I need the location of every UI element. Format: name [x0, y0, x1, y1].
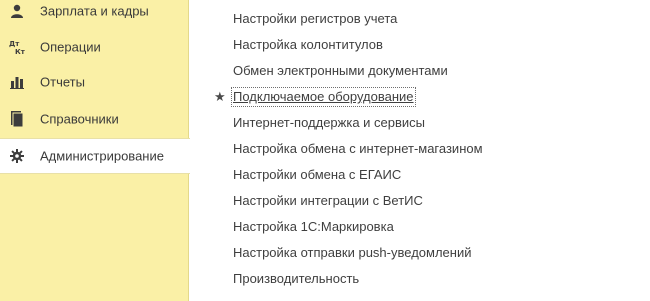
sidebar-item-label: Справочники — [40, 111, 119, 127]
svg-text:Кт: Кт — [15, 48, 25, 55]
sections-sidebar: Зарплата и кадры Дт Кт Операции Отчеты С… — [0, 0, 190, 301]
sidebar-item-salary[interactable]: Зарплата и кадры — [0, 0, 189, 29]
link-online-store-exchange[interactable]: Настройка обмена с интернет-магазином — [233, 140, 483, 158]
sidebar-item-references[interactable]: Справочники — [0, 101, 189, 137]
sidebar-item-administration[interactable]: Администрирование — [0, 138, 190, 174]
sidebar-item-label: Зарплата и кадры — [40, 3, 149, 19]
star-icon[interactable]: ★ — [214, 88, 226, 106]
link-register-settings[interactable]: Настройки регистров учета — [233, 10, 397, 28]
book-icon — [9, 111, 25, 127]
sidebar-item-label: Администрирование — [40, 148, 164, 164]
link-internet-support[interactable]: Интернет-поддержка и сервисы — [233, 114, 425, 132]
bar-chart-icon — [9, 74, 25, 90]
link-vetis-integration[interactable]: Настройки интеграции с ВетИС — [233, 192, 423, 210]
sidebar-item-reports[interactable]: Отчеты — [0, 64, 189, 100]
link-edi-exchange[interactable]: Обмен электронными документами — [233, 62, 448, 80]
link-performance[interactable]: Производительность — [233, 270, 359, 288]
sidebar-item-label: Отчеты — [40, 74, 85, 90]
link-egais-exchange[interactable]: Настройки обмена с ЕГАИС — [233, 166, 401, 184]
gear-icon — [9, 148, 25, 164]
sidebar-item-operations[interactable]: Дт Кт Операции — [0, 29, 189, 65]
person-icon — [9, 3, 25, 19]
debit-credit-icon: Дт Кт — [9, 39, 25, 55]
link-marking-settings[interactable]: Настройка 1С:Маркировка — [233, 218, 394, 236]
svg-text:Дт: Дт — [9, 40, 20, 48]
link-connected-equipment[interactable]: Подключаемое оборудование — [231, 87, 416, 107]
administration-links-panel: Настройки регистров учета Настройка коло… — [190, 0, 650, 301]
link-push-notifications[interactable]: Настройка отправки push-уведомлений — [233, 244, 471, 262]
link-header-footer-settings[interactable]: Настройка колонтитулов — [233, 36, 383, 54]
sidebar-item-label: Операции — [40, 39, 101, 55]
